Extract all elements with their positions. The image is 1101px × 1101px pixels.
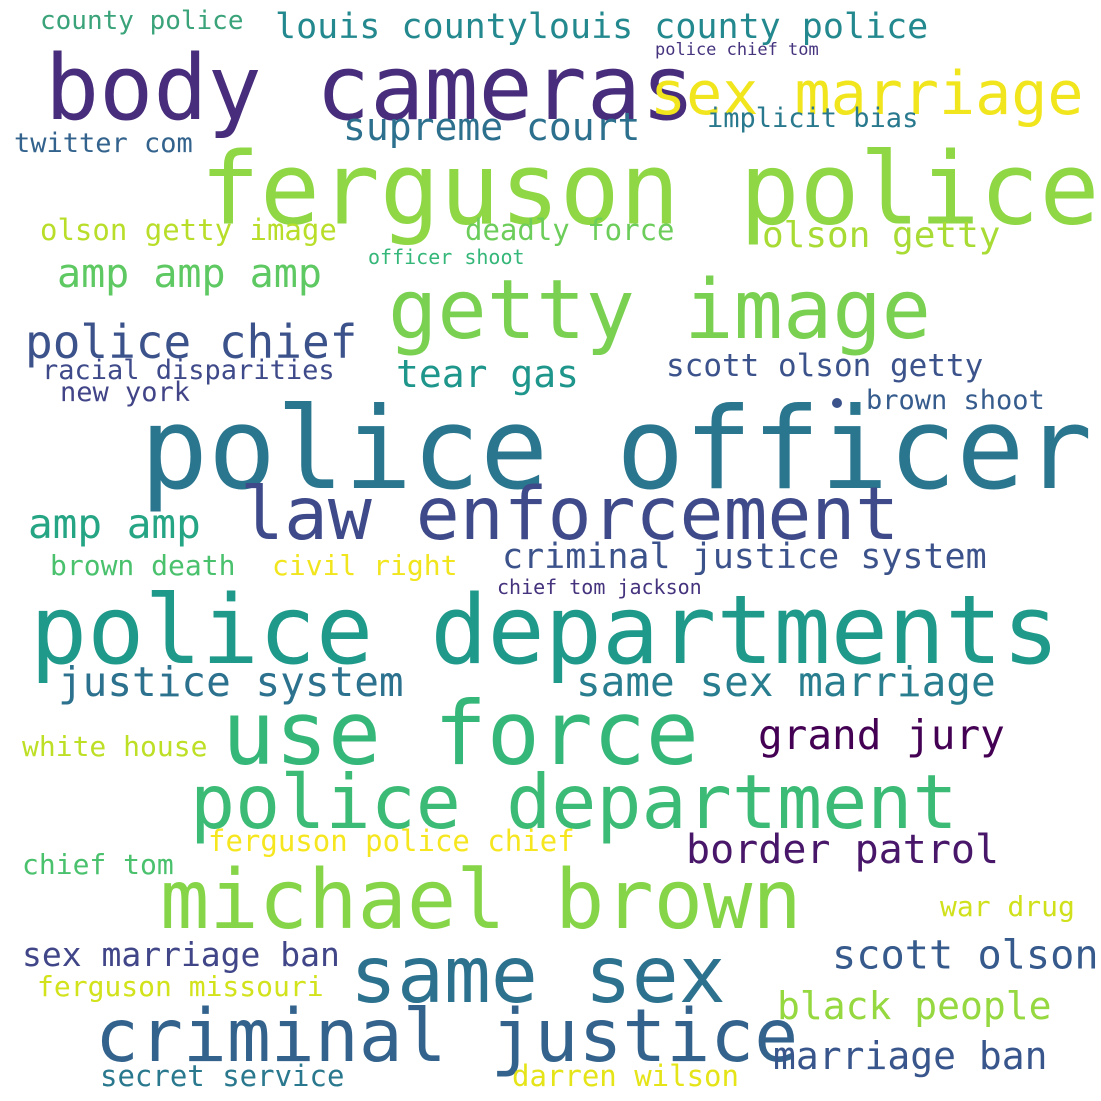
word: scott olson [832,931,1099,979]
word: ferguson police chief [208,824,575,858]
word: amp amp [28,500,201,548]
word: implicit bias [707,103,919,134]
word: grand jury [758,711,1005,759]
word: white house [22,730,208,763]
word-cloud: county police louis countylouis county p… [0,0,1101,1101]
word: chief tom [22,848,174,881]
word: county police [40,6,244,36]
word: scott olson getty [666,348,984,384]
word: olson getty image [40,213,337,247]
word: getty image [388,263,932,358]
word: black people [777,984,1052,1028]
word: secret service [100,1059,345,1093]
word: amp amp amp [57,251,322,297]
word: michael brown [160,853,802,948]
word: sex marriage ban [22,935,340,974]
word: twitter com [14,128,193,159]
word: criminal justice system [502,537,987,577]
word: darren wilson [512,1059,739,1093]
word: marriage ban [773,1034,1048,1078]
word: olson getty [762,215,1001,256]
word: police chief tom [655,40,819,60]
word: deadly force [465,213,675,247]
word: war drug [940,890,1075,923]
